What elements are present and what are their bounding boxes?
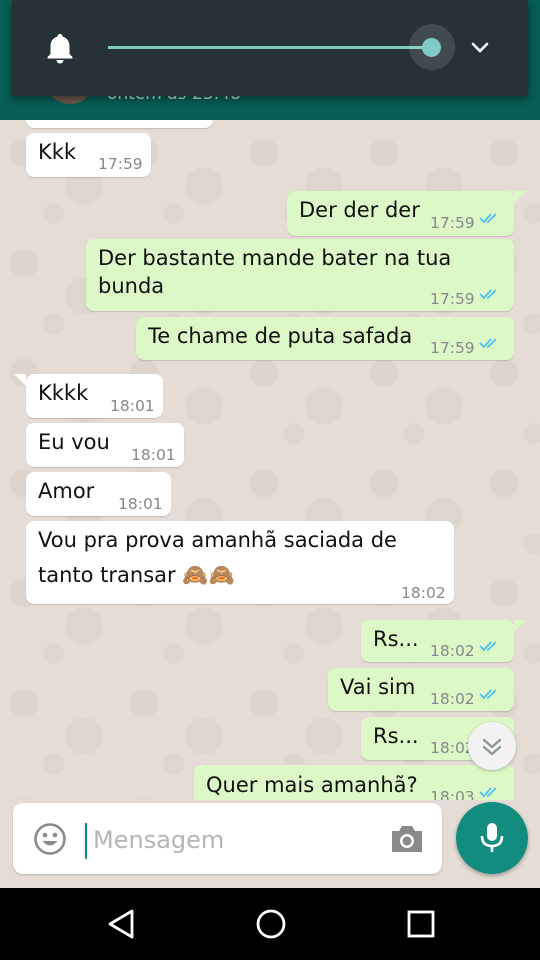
- message-composer[interactable]: [13, 803, 442, 874]
- message-text: Kkkk: [38, 381, 89, 405]
- message-time: 18:01: [110, 397, 155, 415]
- message-text: Quer mais amanhã?: [206, 773, 418, 797]
- scroll-down-icon: [482, 738, 502, 756]
- message-outgoing[interactable]: Rs... 18:02: [361, 620, 526, 662]
- message-outgoing[interactable]: Vai sim 18:02: [328, 668, 514, 711]
- scroll-down-button[interactable]: [468, 722, 516, 770]
- message-text-line2: tanto transar 🙈🙈: [38, 563, 235, 587]
- mic-button[interactable]: [456, 802, 528, 874]
- message-time: 18:02: [401, 584, 446, 602]
- double-check-icon: [479, 213, 497, 224]
- message-time: 17:59: [430, 214, 475, 232]
- volume-slider-track[interactable]: [108, 46, 430, 49]
- message-text: Rs...: [373, 724, 419, 748]
- double-check-icon: [479, 641, 497, 652]
- message-input[interactable]: [93, 821, 383, 859]
- double-check-icon: [479, 787, 497, 798]
- message-bubble-partial: [26, 120, 213, 128]
- camera-icon[interactable]: [389, 823, 425, 855]
- nav-back-icon[interactable]: [106, 908, 136, 940]
- message-text: Rs...: [373, 627, 419, 651]
- message-text: Kkk: [38, 140, 77, 164]
- message-time: 18:02: [430, 690, 475, 708]
- message-outgoing[interactable]: Te chame de puta safada 17:59: [136, 317, 514, 360]
- message-text: Der der der: [299, 198, 420, 222]
- mic-icon: [480, 823, 504, 852]
- message-incoming[interactable]: Vou pra prova amanhã saciada de tanto tr…: [26, 521, 454, 604]
- double-check-icon: [479, 338, 497, 349]
- message-text-line2: bunda: [98, 274, 165, 298]
- emoji-icon[interactable]: [33, 822, 67, 856]
- message-time: 18:01: [131, 446, 176, 464]
- message-text: Te chame de puta safada: [148, 324, 413, 348]
- bell-icon[interactable]: [45, 32, 75, 64]
- message-outgoing[interactable]: Der bastante mande bater na tua bunda 17…: [86, 239, 514, 311]
- message-incoming[interactable]: Kkkk 18:01: [14, 374, 163, 418]
- message-incoming[interactable]: Eu vou 18:01: [26, 423, 184, 467]
- message-time: 18:02: [430, 642, 475, 660]
- system-nav-bar: [0, 888, 540, 960]
- message-incoming[interactable]: Amor 18:01: [26, 472, 171, 516]
- message-outgoing[interactable]: Quer mais amanhã? 18:03: [194, 765, 514, 800]
- double-check-icon: [479, 689, 497, 700]
- volume-slider-handle[interactable]: [422, 38, 441, 57]
- nav-home-icon[interactable]: [255, 908, 287, 940]
- chat-area[interactable]: Kkk 17:59 Der der der 17:59 Der bastante…: [0, 120, 540, 800]
- message-time: 17:59: [430, 339, 475, 357]
- message-text-line1: Vou pra prova amanhã saciada de: [38, 528, 397, 552]
- message-text: Eu vou: [38, 430, 110, 454]
- double-check-icon: [479, 289, 497, 300]
- message-text: Vai sim: [340, 675, 416, 699]
- message-time: 17:59: [430, 290, 475, 308]
- message-time: 18:03: [430, 788, 475, 800]
- message-time: 18:01: [118, 495, 163, 513]
- message-text: Amor: [38, 479, 95, 503]
- message-outgoing[interactable]: Der der der 17:59: [287, 191, 526, 236]
- nav-recent-icon[interactable]: [407, 910, 435, 938]
- message-incoming[interactable]: Kkk 17:59: [26, 133, 151, 177]
- message-text-line1: Der bastante mande bater na tua: [98, 246, 452, 270]
- volume-panel: [12, 0, 528, 96]
- chevron-down-icon[interactable]: [470, 38, 490, 58]
- text-cursor: [85, 823, 87, 859]
- message-time: 17:59: [98, 155, 143, 173]
